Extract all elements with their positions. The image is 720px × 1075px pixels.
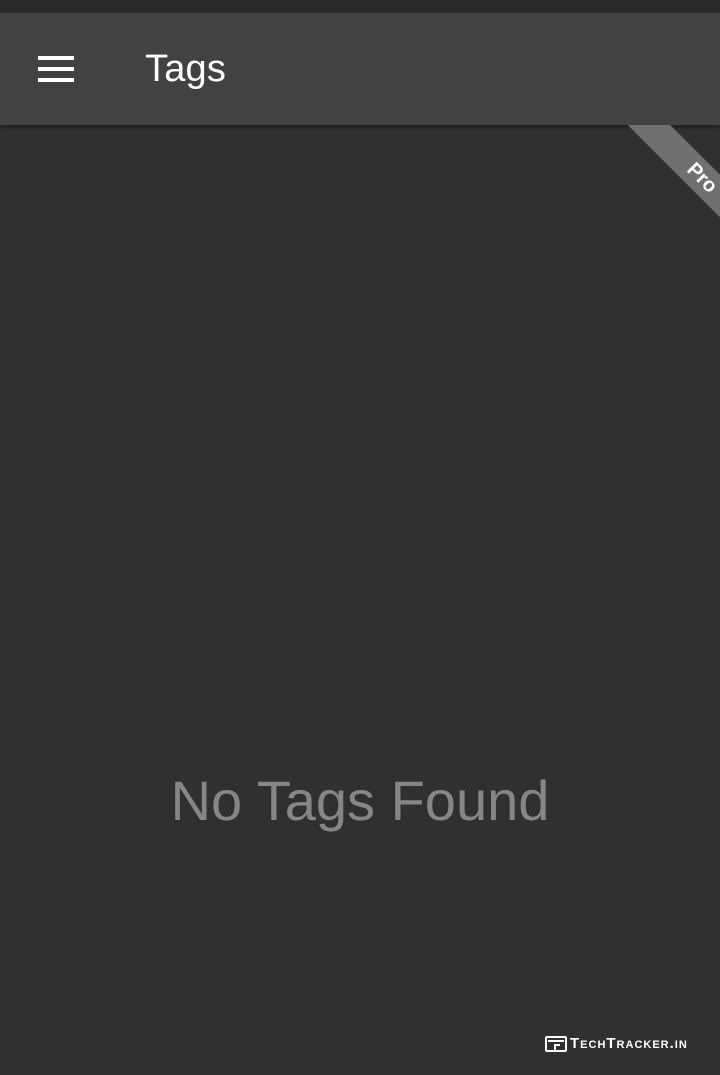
browser-window-icon bbox=[545, 1036, 567, 1052]
watermark-text: TechTracker.in bbox=[570, 1035, 688, 1052]
app-screen: Tags Pro No Tags Found TechTracker.in bbox=[0, 0, 720, 1075]
page-title: Tags bbox=[145, 48, 227, 90]
status-bar bbox=[0, 0, 720, 13]
pro-ribbon-label: Pro bbox=[620, 125, 720, 260]
app-bar: Tags bbox=[0, 13, 720, 125]
hamburger-menu-icon bbox=[38, 56, 74, 82]
menu-button[interactable] bbox=[22, 37, 90, 101]
pro-ribbon: Pro bbox=[580, 125, 720, 265]
tags-list-area bbox=[0, 125, 720, 1075]
empty-state-message: No Tags Found bbox=[170, 769, 550, 832]
watermark: TechTracker.in bbox=[545, 1034, 688, 1054]
